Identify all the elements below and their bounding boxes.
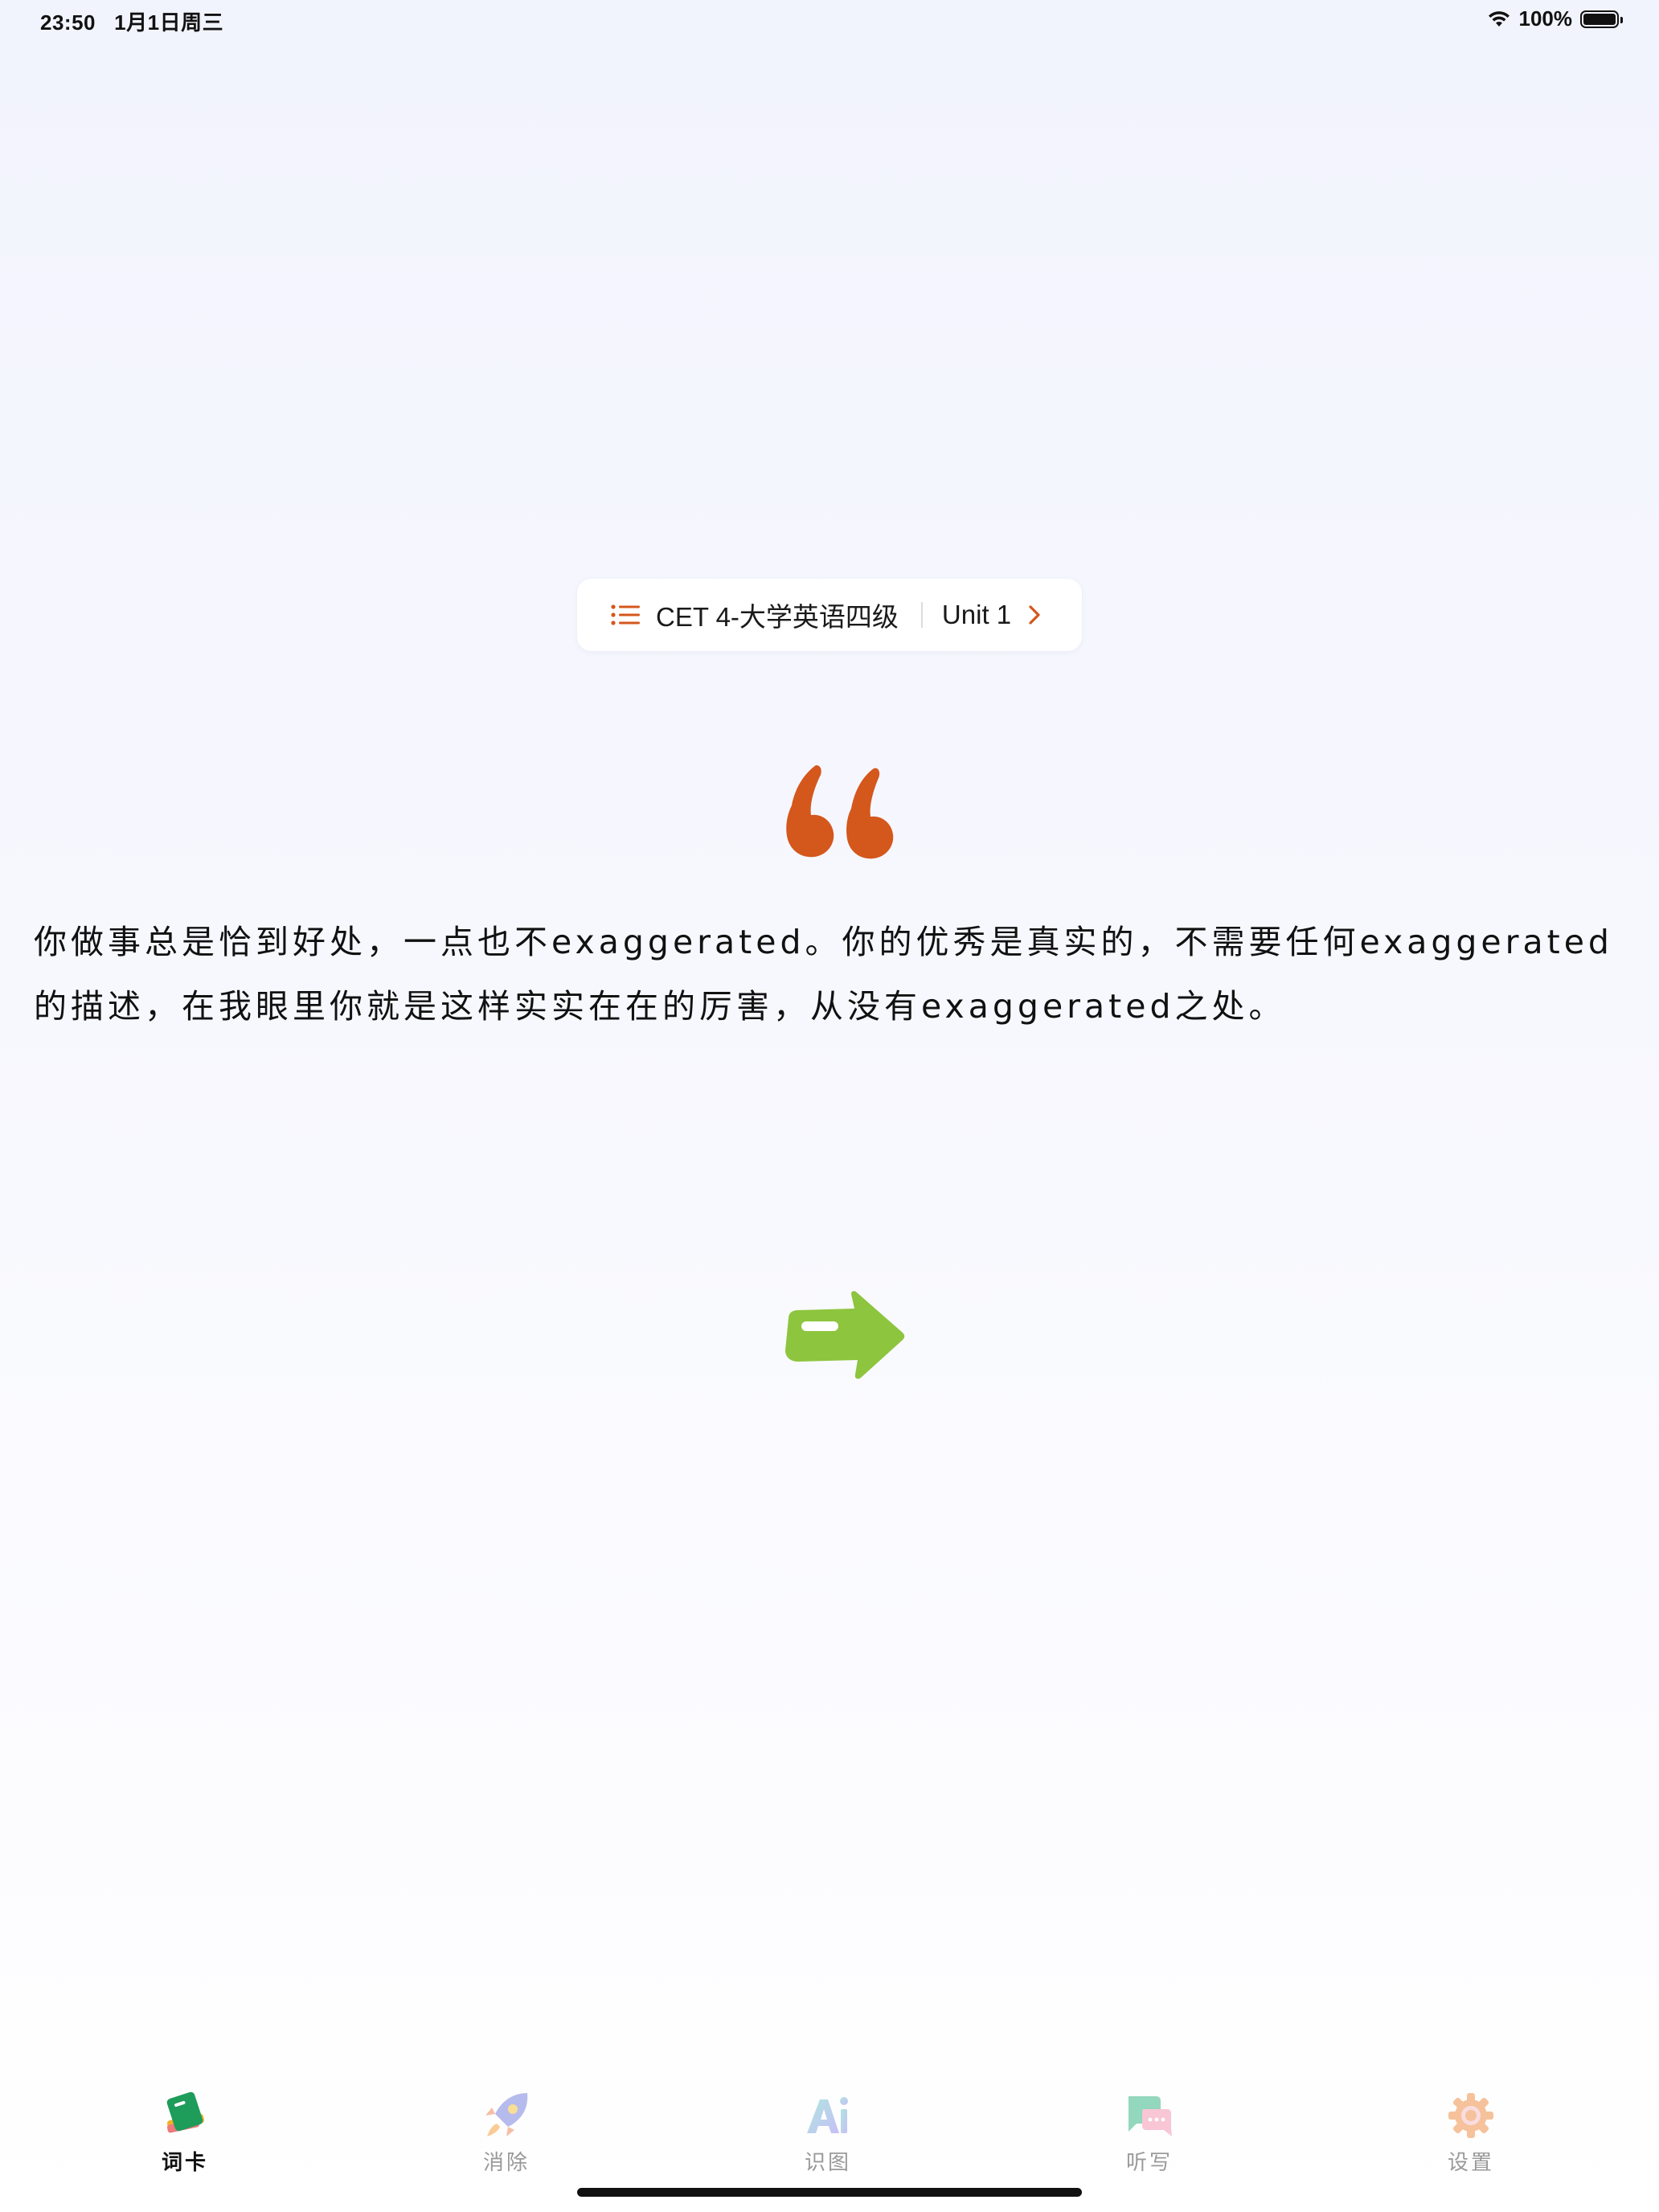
battery-percent: 100%: [1518, 6, 1573, 31]
status-time-text: 23:50: [40, 10, 96, 35]
tab-label-eliminate: 消除: [482, 2150, 530, 2174]
tab-dictation[interactable]: 听写: [1069, 2090, 1230, 2178]
tab-word-card[interactable]: 词卡: [104, 2090, 265, 2178]
status-right: 100%: [1487, 6, 1623, 31]
chevron-right-icon: [1029, 605, 1040, 625]
dictation-chat-icon: [1129, 2096, 1172, 2136]
status-bar: 23:50 1月1日周三 100%: [0, 0, 1659, 40]
status-date: 1月1日周三: [114, 10, 224, 35]
status-time: 23:50 1月1日周三: [40, 6, 223, 36]
ai-recognize-icon: [807, 2097, 848, 2133]
home-indicator[interactable]: [577, 2188, 1082, 2197]
tab-label-image-recognition: 识图: [804, 2150, 851, 2174]
gear-icon: [1448, 2093, 1493, 2138]
bottom-tab-bar: 词卡 消除 识图 听写 设置: [0, 2090, 1659, 2178]
quote-mark-icon: [786, 765, 894, 859]
tab-label-word-card: 词卡: [161, 2150, 208, 2174]
next-arrow-icon[interactable]: [784, 1291, 906, 1381]
wifi-icon: [1488, 10, 1509, 27]
tab-eliminate[interactable]: 消除: [426, 2090, 587, 2178]
tab-label-settings: 设置: [1447, 2150, 1494, 2174]
tab-settings[interactable]: 设置: [1391, 2090, 1551, 2178]
list-icon: [611, 604, 640, 625]
tab-label-dictation: 听写: [1125, 2150, 1173, 2174]
book-unit-selector[interactable]: CET 4-大学英语四级 Unit 1: [577, 579, 1082, 651]
unit-name: Unit 1: [941, 600, 1012, 629]
selector-divider: [920, 602, 923, 628]
word-card-book-icon: [166, 2091, 204, 2133]
rocket-icon: [485, 2093, 528, 2136]
tab-image-recognition[interactable]: 识图: [748, 2090, 908, 2178]
example-sentence: 你做事总是恰到好处，一点也不exaggerated。你的优秀是真实的，不需要任何…: [34, 923, 1613, 1026]
book-name: CET 4-大学英语四级: [656, 602, 899, 632]
battery-icon: [1580, 10, 1623, 28]
